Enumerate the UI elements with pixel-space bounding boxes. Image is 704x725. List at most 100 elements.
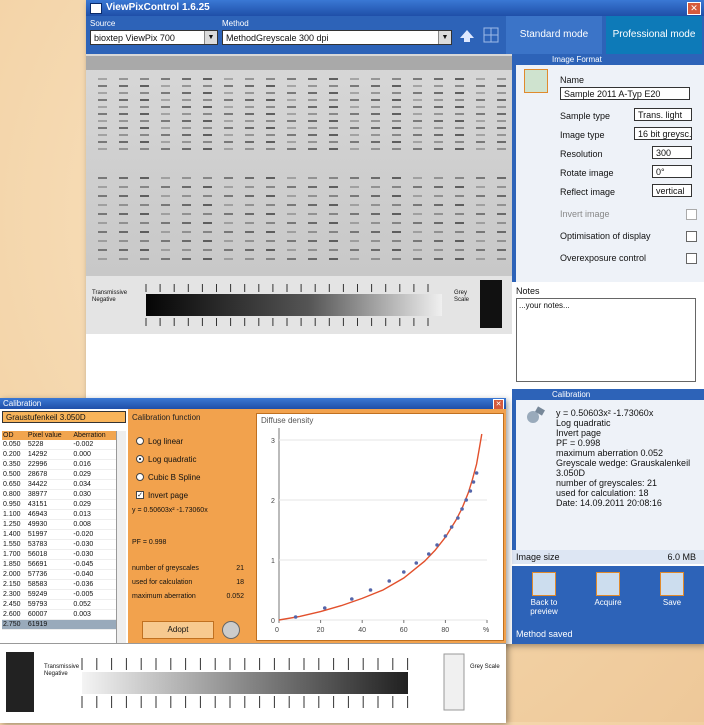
gel-band	[392, 204, 401, 206]
gel-band	[308, 231, 317, 233]
gel-band	[245, 204, 254, 206]
log-quadratic-label: Log quadratic	[148, 455, 197, 464]
gel-band	[203, 134, 212, 136]
table-row[interactable]: 2.450 59793 0.052	[2, 599, 116, 610]
overexposure-checkbox[interactable]	[686, 253, 697, 264]
tab-professional-mode[interactable]: Professional mode	[606, 16, 702, 54]
tab-standard-mode[interactable]: Standard mode	[506, 16, 602, 54]
table-row[interactable]: 1.550 53783 -0.030	[2, 539, 116, 550]
gel-band	[434, 177, 443, 179]
close-button[interactable]: ✕	[687, 2, 701, 15]
greyscale-wedge	[145, 280, 502, 328]
grid-view-icon[interactable]	[482, 26, 500, 44]
invert-image-checkbox[interactable]	[686, 209, 697, 220]
gel-band	[329, 195, 338, 197]
image-type-field[interactable]: 16 bit greysc.	[634, 127, 692, 140]
calib-line: Greyscale wedge: Grauskalenkeil	[556, 458, 691, 468]
window-title: ViewPixControl 1.6.25	[106, 2, 210, 13]
gel-band	[350, 127, 359, 129]
gel-band	[497, 222, 506, 224]
table-row[interactable]: 0.350 22996 0.016	[2, 459, 116, 470]
gel-band	[329, 249, 338, 251]
gel-band	[266, 213, 275, 215]
gel-band	[350, 177, 359, 179]
resolution-field[interactable]: 300	[652, 146, 692, 159]
gel-band	[392, 177, 401, 179]
gel-band	[119, 85, 128, 87]
gel-band	[455, 78, 464, 80]
gel-band	[392, 127, 401, 129]
table-scrollbar[interactable]	[116, 431, 126, 651]
table-row[interactable]: 1.400 51997 -0.020	[2, 529, 116, 540]
save-button[interactable]: Save	[646, 570, 698, 620]
table-row[interactable]: 0.650 34422 0.034	[2, 479, 116, 490]
log-quadratic-radio[interactable]	[136, 455, 144, 463]
gel-band	[308, 106, 317, 108]
gel-band	[287, 213, 296, 215]
gel-band	[287, 204, 296, 206]
table-row[interactable]: 0.200 14292 0.000	[2, 449, 116, 460]
gel-band	[245, 141, 254, 143]
table-row[interactable]: 1.850 56691 -0.045	[2, 559, 116, 570]
wedge-select[interactable]: Graustufenkeil 3.050D	[2, 411, 126, 423]
gel-band	[413, 222, 422, 224]
gel-band	[98, 78, 107, 80]
gel-band	[224, 231, 233, 233]
back-to-preview-button[interactable]: Back to preview	[518, 570, 570, 620]
gel-band	[308, 78, 317, 80]
gel-band	[224, 249, 233, 251]
table-cell: 0.000	[72, 449, 116, 460]
gel-band	[371, 204, 380, 206]
gel-band	[119, 127, 128, 129]
gel-band	[203, 141, 212, 143]
disk-icon[interactable]	[222, 621, 240, 639]
table-row[interactable]: 0.500 28678 0.029	[2, 469, 116, 480]
table-row[interactable]: 0.050 5228 -0.002	[2, 440, 116, 450]
data-point	[350, 597, 354, 601]
reflect-image-field[interactable]: vertical	[652, 184, 692, 197]
method-select[interactable]: MethodGreyscale 300 dpi ▼	[222, 30, 452, 45]
gel-band	[245, 85, 254, 87]
table-row[interactable]: 0.800 38977 0.030	[2, 489, 116, 500]
x-tick-label: 40	[358, 627, 366, 634]
acquire-button[interactable]: Acquire	[582, 570, 634, 620]
adopt-button[interactable]: Adopt	[142, 621, 214, 639]
gel-band	[203, 148, 212, 150]
save-method-icon[interactable]	[458, 26, 476, 44]
name-field[interactable]: Sample 2011 A-Typ E20	[560, 87, 690, 100]
gel-band	[350, 231, 359, 233]
source-select[interactable]: bioxtep ViewPix 700 ▼	[90, 30, 218, 45]
gel-band	[287, 113, 296, 115]
rotate-image-field[interactable]: 0°	[652, 165, 692, 178]
gel-band	[182, 106, 191, 108]
gel-band	[245, 127, 254, 129]
table-row[interactable]: 0.950 43151 0.029	[2, 499, 116, 510]
metric-label: used for calculation	[132, 579, 193, 586]
table-row[interactable]: 1.100 46943 0.013	[2, 509, 116, 520]
table-row[interactable]: 2.750 61919	[2, 619, 116, 630]
table-row[interactable]: 2.150 58583 -0.036	[2, 579, 116, 590]
log-linear-radio[interactable]	[136, 437, 144, 445]
gel-band	[119, 148, 128, 150]
cubic-spline-radio[interactable]	[136, 473, 144, 481]
gel-band	[413, 231, 422, 233]
table-row[interactable]: 2.000 57736 -0.040	[2, 569, 116, 580]
table-row[interactable]: 2.600 60007 0.003	[2, 609, 116, 620]
gel-band	[329, 204, 338, 206]
invert-page-checkbox[interactable]: ✓	[136, 491, 144, 499]
gel-band	[413, 186, 422, 188]
notes-textarea[interactable]: ...your notes...	[516, 298, 696, 382]
table-row[interactable]: 1.700 56018 -0.030	[2, 549, 116, 560]
sample-type-field[interactable]: Trans. light	[634, 108, 692, 121]
gel-band	[413, 113, 422, 115]
cubic-spline-label: Cubic B Spline	[148, 473, 201, 482]
gel-band	[308, 258, 317, 260]
optimisation-checkbox[interactable]	[686, 231, 697, 242]
gel-band	[308, 204, 317, 206]
rotate-image-label: Rotate image	[560, 168, 614, 178]
table-row[interactable]: 2.300 59249 -0.005	[2, 589, 116, 600]
calibration-table: OD Pixel value Aberration 0.050 5228 -0.00…	[2, 431, 116, 630]
table-row[interactable]: 1.250 49930 0.008	[2, 519, 116, 530]
gel-band	[350, 106, 359, 108]
table-cell: 0.350	[2, 459, 27, 470]
